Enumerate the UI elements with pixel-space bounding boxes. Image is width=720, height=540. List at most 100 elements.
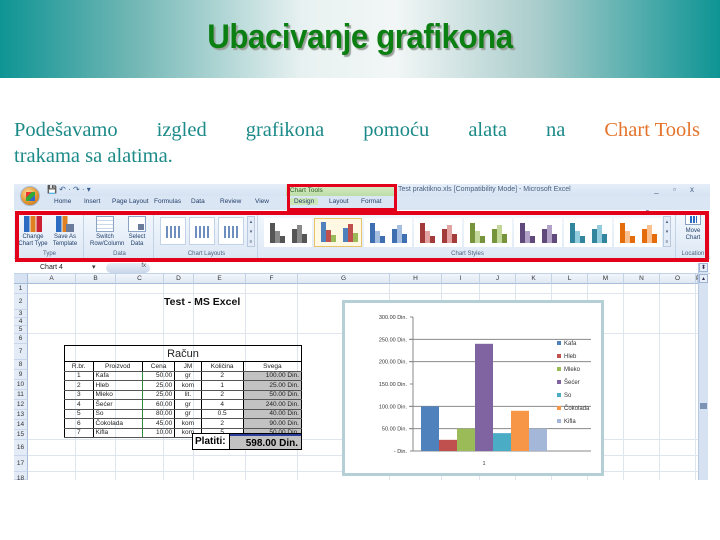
row-header[interactable]: 17	[14, 456, 28, 472]
row-header[interactable]: 11	[14, 390, 28, 400]
column-header[interactable]: L	[552, 274, 588, 284]
invoice-header-cell[interactable]: Cena	[142, 361, 176, 372]
column-header[interactable]: F	[246, 274, 298, 284]
invoice-cell[interactable]: 3	[64, 390, 94, 400]
tab-data[interactable]: Data	[191, 198, 205, 205]
invoice-cell[interactable]: Kifla	[92, 428, 143, 438]
row-header[interactable]: 2	[14, 294, 28, 310]
tab-formulas[interactable]: Formulas	[154, 198, 181, 205]
tab-view[interactable]: View	[255, 198, 269, 205]
invoice-cell[interactable]: 40.00 Din.	[243, 409, 303, 419]
invoice-cell[interactable]: lit.	[174, 390, 202, 400]
invoice-cell[interactable]: Šećer	[92, 399, 143, 410]
invoice-cell[interactable]: 2	[201, 418, 244, 429]
invoice-cell[interactable]: So	[92, 409, 143, 419]
row-header[interactable]: 1	[14, 284, 28, 294]
column-header[interactable]: B	[76, 274, 116, 284]
invoice-cell[interactable]: 90.00 Din.	[243, 418, 303, 429]
tab-review[interactable]: Review	[220, 198, 241, 205]
tab-insert[interactable]: Insert	[84, 198, 100, 205]
column-header[interactable]: N	[624, 274, 660, 284]
vertical-scrollbar[interactable]: ⬍ ▴	[698, 263, 708, 480]
quick-access-toolbar[interactable]: 💾 ↶ · ↷ · ▾	[47, 185, 91, 194]
row-header[interactable]: 18	[14, 472, 28, 480]
invoice-cell[interactable]: 4	[64, 399, 94, 410]
column-header[interactable]: I	[442, 274, 480, 284]
invoice-header-cell[interactable]: Količina	[201, 361, 244, 372]
ribbon-highlight-box	[15, 211, 709, 262]
insert-function-button[interactable]: fx	[106, 263, 150, 273]
invoice-cell[interactable]: 7	[64, 428, 94, 438]
split-button[interactable]: ⬍	[699, 263, 708, 272]
invoice-cell[interactable]: 4	[201, 399, 244, 410]
invoice-cell[interactable]: Mleko	[92, 390, 143, 400]
column-header[interactable]: H	[390, 274, 442, 284]
invoice-cell[interactable]: 45.00	[142, 418, 176, 429]
invoice-header-cell[interactable]: Proizvod	[93, 361, 143, 372]
invoice-cell[interactable]: kom	[174, 418, 202, 429]
column-header[interactable]: E	[194, 274, 246, 284]
invoice-cell[interactable]: gr	[174, 409, 202, 419]
column-header[interactable]: C	[116, 274, 164, 284]
invoice-cell[interactable]: 240.00 Din.	[243, 399, 303, 410]
description-line-2: trakama sa alatima.	[14, 145, 173, 167]
tab-page-layout[interactable]: Page Layout	[112, 198, 149, 205]
row-header[interactable]: 15	[14, 430, 28, 440]
invoice-cell[interactable]: Čokolada	[92, 418, 143, 429]
invoice-cell[interactable]: 25.00	[142, 380, 176, 391]
row-header[interactable]: 7	[14, 344, 28, 360]
invoice-header-cell[interactable]: R.br.	[64, 361, 94, 372]
row-header[interactable]: 10	[14, 380, 28, 390]
invoice-cell[interactable]: 60.00	[142, 399, 176, 410]
scroll-thumb[interactable]	[700, 403, 707, 409]
invoice-cell[interactable]: 0.5	[201, 409, 244, 419]
row-header[interactable]: 13	[14, 410, 28, 420]
row-header[interactable]: 14	[14, 420, 28, 430]
name-box-dropdown-icon[interactable]: ▾	[92, 263, 96, 271]
row-header[interactable]: 6	[14, 334, 28, 344]
invoice-cell[interactable]: gr	[174, 371, 202, 381]
invoice-cell[interactable]: 1	[64, 371, 94, 381]
column-header[interactable]: A	[28, 274, 76, 284]
invoice-header-cell[interactable]: JM	[174, 361, 202, 372]
column-header[interactable]: J	[480, 274, 516, 284]
total-value[interactable]: 598.00 Din.	[230, 434, 301, 449]
column-header[interactable]: M	[588, 274, 624, 284]
row-header[interactable]: 3	[14, 310, 28, 318]
invoice-cell[interactable]: kom	[174, 380, 202, 391]
embedded-chart[interactable]: - Din. 50.00 Din. 100.00 Din. 150.00 Din. 20…	[342, 300, 604, 476]
invoice-cell[interactable]: 50.00	[142, 371, 176, 381]
invoice-cell[interactable]: 6	[64, 418, 94, 429]
invoice-cell[interactable]: 2	[201, 371, 244, 381]
invoice-cell[interactable]: Kafa	[92, 371, 143, 381]
row-header[interactable]: 5	[14, 326, 28, 334]
invoice-cell[interactable]: 50.00 Din.	[243, 390, 303, 400]
invoice-header-cell[interactable]: Svega	[243, 361, 303, 372]
column-header[interactable]: D	[164, 274, 194, 284]
invoice-cell[interactable]: 5	[64, 409, 94, 419]
invoice-cell[interactable]: Hleb	[92, 380, 143, 391]
invoice-cell[interactable]: 2	[201, 390, 244, 400]
invoice-cell[interactable]: 1	[201, 380, 244, 391]
tab-home[interactable]: Home	[54, 198, 71, 205]
scroll-up-button[interactable]: ▴	[699, 274, 708, 283]
invoice-cell[interactable]: 100.00 Din.	[243, 371, 303, 381]
name-box[interactable]: Chart 4	[40, 264, 63, 271]
select-all-corner[interactable]	[14, 274, 28, 284]
window-controls[interactable]: _ ▫ x	[654, 185, 700, 194]
row-header[interactable]: 4	[14, 318, 28, 326]
invoice-cell[interactable]: 25.00 Din.	[243, 380, 303, 391]
office-button[interactable]	[20, 186, 40, 206]
invoice-cell[interactable]: 80.00	[142, 409, 176, 419]
row-header[interactable]: 16	[14, 440, 28, 456]
column-header[interactable]: G	[298, 274, 390, 284]
invoice-cell[interactable]: gr	[174, 399, 202, 410]
column-header[interactable]: K	[516, 274, 552, 284]
invoice-cell[interactable]: 2	[64, 380, 94, 391]
column-header[interactable]: O	[660, 274, 696, 284]
row-header[interactable]: 12	[14, 400, 28, 410]
invoice-cell[interactable]: 25.00	[142, 390, 176, 400]
row-header[interactable]: 9	[14, 370, 28, 380]
invoice-cell[interactable]: 10.00	[142, 428, 176, 438]
row-header[interactable]: 8	[14, 360, 28, 370]
